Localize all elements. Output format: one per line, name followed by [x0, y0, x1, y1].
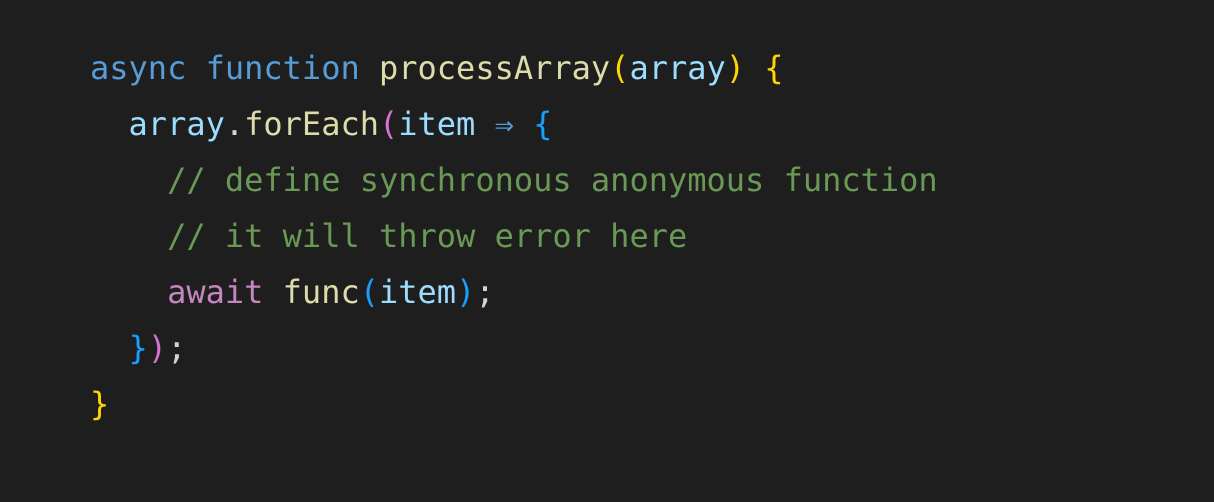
code-line-4: // it will throw error here	[90, 208, 1214, 264]
method-call: forEach	[244, 105, 379, 143]
function-call: func	[283, 273, 360, 311]
code-editor[interactable]: async function processArray(array) { arr…	[90, 40, 1214, 432]
close-paren: )	[456, 273, 475, 311]
close-paren: )	[148, 329, 167, 367]
space	[263, 273, 282, 311]
code-line-5: await func(item);	[90, 264, 1214, 320]
parameter: array	[629, 49, 725, 87]
open-brace: {	[764, 49, 783, 87]
keyword-await: await	[167, 273, 263, 311]
indent	[90, 217, 167, 255]
close-brace: }	[129, 329, 148, 367]
open-brace: {	[533, 105, 552, 143]
open-paren: (	[360, 273, 379, 311]
keyword-function: function	[206, 49, 360, 87]
parameter: item	[398, 105, 475, 143]
code-line-2: array.forEach(item ⇒ {	[90, 96, 1214, 152]
comment: // it will throw error here	[167, 217, 687, 255]
indent	[90, 161, 167, 199]
code-line-3: // define synchronous anonymous function	[90, 152, 1214, 208]
close-paren: )	[726, 49, 745, 87]
arrow-function: ⇒	[475, 105, 533, 143]
code-line-7: }	[90, 376, 1214, 432]
indent	[90, 105, 129, 143]
keyword-async: async	[90, 49, 186, 87]
semicolon: ;	[475, 273, 494, 311]
argument: item	[379, 273, 456, 311]
open-paren: (	[610, 49, 629, 87]
indent	[90, 329, 129, 367]
function-name: processArray	[379, 49, 610, 87]
indent	[90, 273, 167, 311]
close-brace: }	[90, 385, 109, 423]
semicolon: ;	[167, 329, 186, 367]
code-line-6: });	[90, 320, 1214, 376]
variable: array	[129, 105, 225, 143]
comment: // define synchronous anonymous function	[167, 161, 938, 199]
code-line-1: async function processArray(array) {	[90, 40, 1214, 96]
open-paren: (	[379, 105, 398, 143]
dot: .	[225, 105, 244, 143]
